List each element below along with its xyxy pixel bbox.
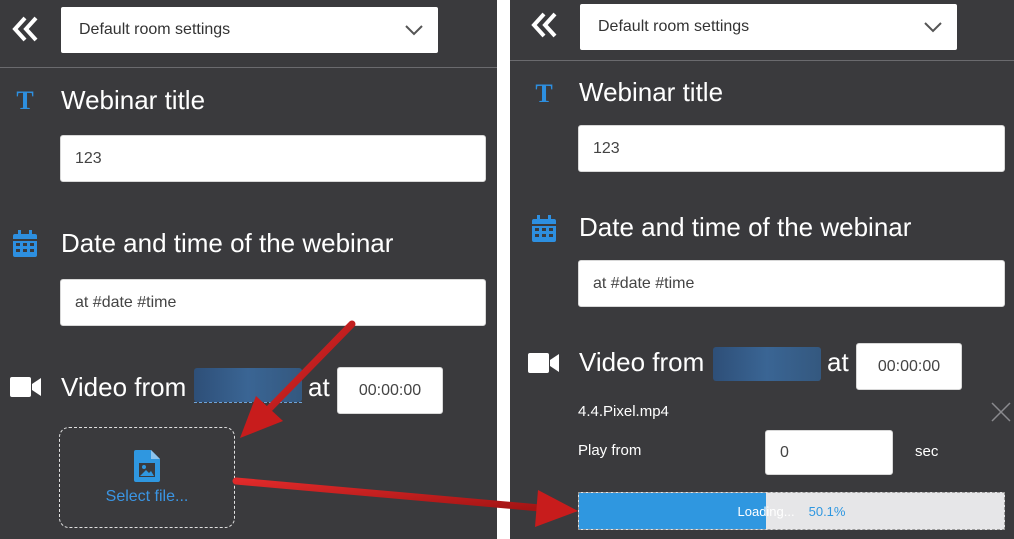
header-divider [0, 67, 497, 68]
settings-panel-left: Default room settings T Webinar title 12… [0, 0, 497, 539]
calendar-icon [531, 214, 557, 244]
double-chevron-left-icon [12, 16, 38, 42]
datetime-input[interactable]: at #date #time [578, 260, 1005, 307]
datetime-input[interactable]: at #date #time [60, 279, 486, 326]
room-settings-select-value: Default room settings [598, 18, 750, 35]
loading-label: Loading... [737, 503, 795, 519]
at-label: at [308, 372, 330, 402]
room-settings-select[interactable]: Default room settings [61, 7, 438, 53]
progress-percent: 50.1% [808, 503, 846, 519]
video-source-select[interactable] [194, 368, 302, 402]
webinar-title-label: Webinar title [61, 85, 206, 115]
chevron-down-icon [405, 25, 423, 36]
video-camera-icon [528, 352, 560, 374]
webinar-title-input[interactable]: 123 [60, 135, 486, 182]
start-time-input[interactable]: 00:00:00 [856, 343, 962, 390]
settings-panel-right: Default room settings T Webinar title 12… [510, 0, 1014, 539]
double-chevron-left-icon [531, 12, 557, 38]
calendar-icon [12, 229, 38, 259]
collapse-sidebar-button[interactable] [8, 12, 42, 46]
video-from-label: Video from [61, 372, 187, 402]
at-label: at [827, 347, 849, 377]
room-settings-select[interactable]: Default room settings [580, 4, 957, 50]
room-settings-select-value: Default room settings [79, 21, 231, 38]
text-t-icon: T [535, 79, 553, 108]
play-from-input[interactable]: 0 [765, 430, 893, 475]
close-icon[interactable] [989, 400, 1013, 424]
play-from-label: Play from [578, 442, 642, 459]
select-file-label: Select file... [105, 487, 189, 505]
header-divider [510, 60, 1014, 61]
webinar-title-input[interactable]: 123 [578, 125, 1005, 172]
video-from-label: Video from [579, 347, 705, 377]
video-source-underline [194, 402, 302, 403]
text-t-icon: T [16, 86, 34, 115]
start-time-input[interactable]: 00:00:00 [337, 367, 443, 414]
upload-progress-text: Loading... 50.1% [579, 493, 1004, 529]
datetime-label: Date and time of the webinar [61, 228, 394, 258]
upload-progress-bar: Loading... 50.1% [578, 492, 1005, 530]
collapse-sidebar-button[interactable] [527, 8, 561, 42]
file-name: 4.4.Pixel.mp4 [578, 403, 669, 420]
datetime-label: Date and time of the webinar [579, 212, 912, 242]
file-image-icon [134, 449, 160, 482]
chevron-down-icon [924, 22, 942, 33]
select-file-dropzone[interactable]: Select file... [59, 427, 235, 528]
sec-label: sec [915, 443, 939, 460]
webinar-title-label: Webinar title [579, 77, 724, 107]
video-camera-icon [10, 376, 42, 398]
video-source-select[interactable] [713, 347, 821, 381]
